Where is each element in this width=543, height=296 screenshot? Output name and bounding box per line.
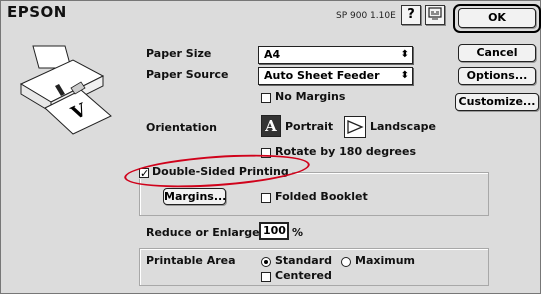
maximum-label[interactable]: Maximum [355, 254, 415, 267]
paper-source-value: Auto Sheet Feeder [264, 69, 380, 82]
orientation-label: Orientation [146, 121, 217, 134]
paper-source-label: Paper Source [146, 68, 229, 81]
scale-input[interactable]: 100 [259, 222, 289, 240]
paper-size-value: A4 [264, 48, 281, 61]
customize-button[interactable]: Customize... [455, 93, 539, 111]
cancel-button[interactable]: Cancel [458, 44, 536, 62]
status-monitor-glyph [428, 7, 442, 20]
standard-label[interactable]: Standard [275, 254, 332, 267]
rotate-180-label[interactable]: Rotate by 180 degrees [275, 145, 416, 158]
reduce-enlarge-label: Reduce or Enlarge [146, 226, 260, 239]
status-monitor-icon[interactable] [425, 5, 445, 25]
landscape-label[interactable]: Landscape [370, 120, 436, 133]
centered-label[interactable]: Centered [275, 269, 332, 282]
paper-size-label: Paper Size [146, 47, 212, 60]
portrait-icon[interactable]: A [261, 115, 281, 137]
centered-checkbox[interactable] [261, 272, 271, 282]
select-arrows-icon: ⬍ [400, 49, 409, 60]
driver-version: SP 900 1.10E [336, 11, 396, 21]
folded-booklet-label[interactable]: Folded Booklet [275, 190, 368, 203]
scale-unit: % [292, 226, 304, 239]
select-arrows-icon: ⬍ [400, 70, 409, 81]
folded-booklet-checkbox[interactable] [261, 193, 271, 203]
printable-area-label: Printable Area [146, 254, 236, 267]
standard-radio[interactable] [261, 257, 271, 267]
paper-size-select[interactable]: A4 ⬍ [258, 46, 413, 64]
maximum-radio[interactable] [341, 257, 351, 267]
options-button[interactable]: Options... [458, 67, 536, 85]
portrait-glyph: A [265, 117, 277, 135]
brand-logo: EPSON [7, 3, 67, 21]
help-glyph: ? [407, 7, 415, 22]
no-margins-checkbox[interactable] [261, 93, 271, 103]
landscape-icon[interactable] [344, 116, 366, 138]
paper-source-select[interactable]: Auto Sheet Feeder ⬍ [258, 67, 413, 85]
help-icon[interactable]: ? [401, 5, 421, 25]
landscape-glyph [347, 120, 364, 134]
portrait-label[interactable]: Portrait [285, 120, 333, 133]
margins-button[interactable]: Margins... [163, 188, 226, 205]
ok-button[interactable]: OK [458, 8, 536, 28]
printer-illustration: V [19, 45, 112, 135]
no-margins-label[interactable]: No Margins [275, 90, 345, 103]
